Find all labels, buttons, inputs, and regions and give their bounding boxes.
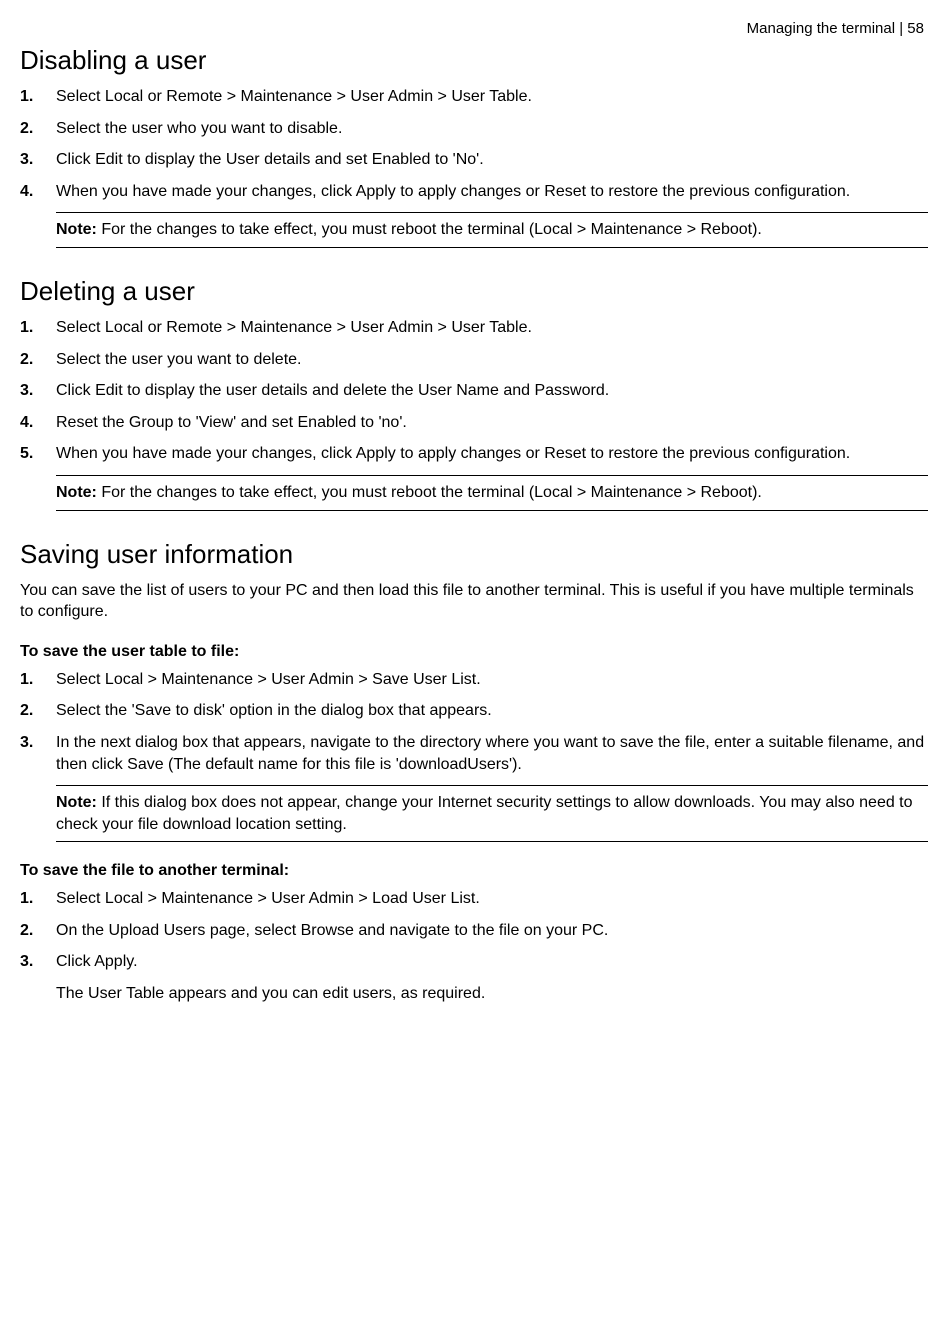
breadcrumb: Managing the terminal | 58 [747,20,924,37]
list-item: Click Apply. [20,951,928,973]
section-title-deleting: Deleting a user [20,276,928,307]
list-item: Select the user who you want to disable. [20,118,928,140]
list-item: Select the user you want to delete. [20,349,928,371]
list-item: On the Upload Users page, select Browse … [20,920,928,942]
trailing-note: The User Table appears and you can edit … [56,983,928,1005]
list-item: When you have made your changes, click A… [20,181,928,203]
subheading-save-to-terminal: To save the file to another terminal: [20,862,928,880]
steps-save-to-terminal: Select Local > Maintenance > User Admin … [20,888,928,973]
steps-deleting: Select Local or Remote > Maintenance > U… [20,317,928,465]
note-text: If this dialog box does not appear, chan… [56,794,913,833]
list-item: Select Local or Remote > Maintenance > U… [20,317,928,339]
note-text: For the changes to take effect, you must… [97,484,762,501]
list-item: Select Local > Maintenance > User Admin … [20,888,928,910]
subheading-save-to-file: To save the user table to file: [20,643,928,661]
note-text: For the changes to take effect, you must… [97,221,762,238]
intro-paragraph: You can save the list of users to your P… [20,580,928,623]
note-label: Note: [56,484,97,501]
note-box-deleting: Note: For the changes to take effect, yo… [56,475,928,511]
note-box-save-to-file: Note: If this dialog box does not appear… [56,785,928,842]
section-title-disabling: Disabling a user [20,45,928,76]
list-item: In the next dialog box that appears, nav… [20,732,928,775]
list-item: Select Local or Remote > Maintenance > U… [20,86,928,108]
note-box-disabling: Note: For the changes to take effect, yo… [56,212,928,248]
list-item: Reset the Group to 'View' and set Enable… [20,412,928,434]
list-item: Select Local > Maintenance > User Admin … [20,669,928,691]
list-item: When you have made your changes, click A… [20,443,928,465]
list-item: Click Edit to display the user details a… [20,380,928,402]
steps-disabling: Select Local or Remote > Maintenance > U… [20,86,928,202]
list-item: Select the 'Save to disk' option in the … [20,700,928,722]
section-title-saving: Saving user information [20,539,928,570]
steps-save-to-file: Select Local > Maintenance > User Admin … [20,669,928,775]
page-header: Managing the terminal | 58 [20,20,928,37]
note-label: Note: [56,221,97,238]
note-label: Note: [56,794,97,811]
list-item: Click Edit to display the User details a… [20,149,928,171]
